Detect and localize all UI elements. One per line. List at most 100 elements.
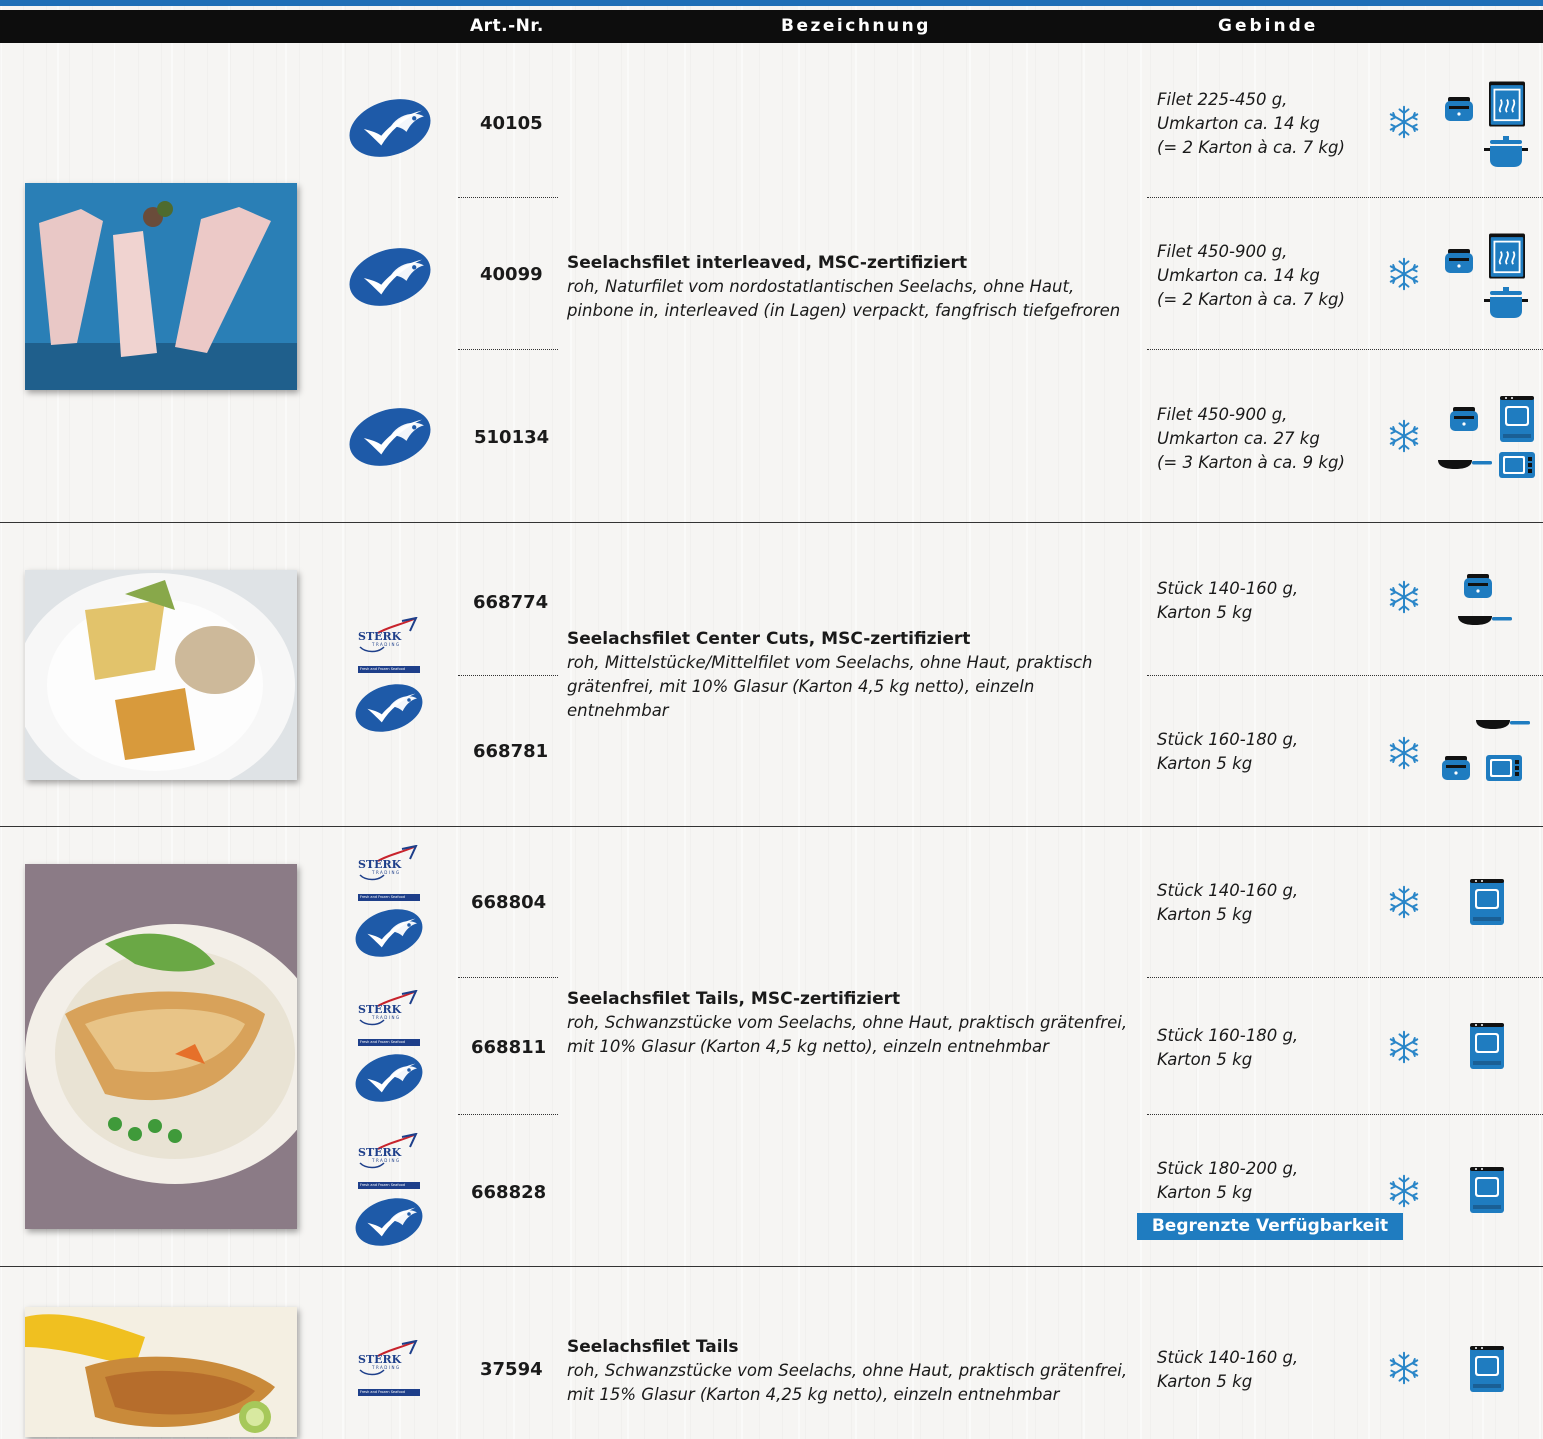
product-description: Seelachsfilet Center Cuts, MSC-zertifizi… — [567, 628, 1127, 723]
sterk-logo-tagline: Fresh and Frozen Seafood — [360, 895, 405, 899]
pot-icon — [1484, 136, 1528, 168]
row-divider — [458, 197, 558, 198]
fryer-icon — [1444, 248, 1474, 274]
product-details: roh, Schwanzstücke vom Seelachs, ohne Ha… — [567, 1013, 1128, 1056]
table-header: Art.-Nr. Bezeichnung Gebinde — [0, 10, 1543, 43]
group-separator — [0, 1266, 1543, 1267]
header-gebinde: Gebinde — [1218, 16, 1319, 36]
product-photo — [25, 864, 297, 1229]
product-description: Seelachsfilet interleaved, MSC-zertifizi… — [567, 252, 1137, 323]
sterk-logo: STERK TRADING Fresh and Frozen Seafood — [358, 617, 420, 673]
snowflake-icon — [1386, 884, 1422, 920]
microwave-icon — [1486, 755, 1522, 781]
fryer-icon — [1463, 573, 1493, 599]
snowflake-icon — [1386, 256, 1422, 292]
msc-logo-icon — [353, 1196, 425, 1248]
pot-icon — [1484, 287, 1528, 319]
steamer-icon — [1489, 232, 1525, 280]
sterk-logo: STERK TRADING Fresh and Frozen Seafood — [358, 1340, 420, 1396]
snowflake-icon — [1386, 1173, 1422, 1209]
snowflake-icon — [1386, 418, 1422, 454]
row-divider — [1147, 1114, 1543, 1115]
sterk-logo-tagline: Fresh and Frozen Seafood — [360, 1390, 405, 1394]
pan-icon — [1438, 456, 1494, 472]
oven-icon — [1470, 1167, 1504, 1213]
product-title: Seelachsfilet Tails, MSC-zertifiziert — [567, 989, 901, 1009]
gebinde-text: Stück 160-180 g, Karton 5 kg — [1157, 730, 1299, 773]
product-photo-image — [25, 183, 297, 390]
product-details: roh, Schwanzstücke vom Seelachs, ohne Ha… — [567, 1361, 1128, 1404]
snowflake-icon — [1386, 579, 1422, 615]
sterk-logo: STERK TRADING Fresh and Frozen Seafood — [358, 845, 420, 901]
snowflake-icon — [1386, 1029, 1422, 1065]
gebinde-text: Filet 225-450 g, Umkarton ca. 14 kg (= 2… — [1157, 90, 1345, 157]
fryer-icon — [1449, 406, 1479, 432]
top-accent-bar — [0, 0, 1543, 6]
limited-availability-badge: Begrenzte Verfügbarkeit — [1137, 1213, 1403, 1240]
gebinde-text: Stück 140-160 g, Karton 5 kg — [1157, 579, 1299, 622]
msc-logo-icon — [346, 97, 434, 159]
art-nr: 40105 — [480, 113, 543, 134]
row-divider — [458, 1114, 558, 1115]
art-nr: 510134 — [474, 427, 550, 448]
art-nr: 37594 — [480, 1359, 543, 1380]
gebinde-text: Filet 450-900 g, Umkarton ca. 27 kg (= 3… — [1157, 405, 1345, 472]
product-details: roh, Naturfilet vom nordostatlantischen … — [567, 277, 1121, 320]
sterk-logo-tagline: Fresh and Frozen Seafood — [360, 1040, 405, 1044]
product-photo — [25, 1307, 297, 1437]
oven-icon — [1470, 1346, 1504, 1392]
pan-icon — [1458, 612, 1514, 628]
sterk-logo-sub: TRADING — [372, 1365, 401, 1370]
row-divider — [458, 675, 558, 676]
gebinde-text: Filet 450-900 g, Umkarton ca. 14 kg (= 2… — [1157, 242, 1345, 309]
row-divider — [1147, 977, 1543, 978]
art-nr: 668781 — [473, 741, 549, 762]
group-separator — [0, 522, 1543, 523]
sterk-logo-tagline: Fresh and Frozen Seafood — [360, 667, 405, 671]
oven-icon — [1499, 396, 1535, 442]
product-details: roh, Mittelstücke/Mittelfilet vom Seelac… — [567, 653, 1093, 720]
snowflake-icon — [1386, 1350, 1422, 1386]
snowflake-icon — [1386, 104, 1422, 140]
sterk-logo-sub: TRADING — [372, 1015, 401, 1020]
row-divider — [458, 349, 558, 350]
product-description: Seelachsfilet Tails roh, Schwanzstücke v… — [567, 1336, 1147, 1407]
row-divider — [458, 977, 558, 978]
msc-logo-icon — [353, 907, 425, 959]
gebinde-text: Stück 140-160 g, Karton 5 kg — [1157, 881, 1299, 924]
row-divider — [1147, 197, 1543, 198]
art-nr: 668828 — [471, 1182, 547, 1203]
msc-logo-icon — [353, 1052, 425, 1104]
product-title: Seelachsfilet interleaved, MSC-zertifizi… — [567, 253, 968, 273]
header-bezeichnung: Bezeichnung — [781, 16, 931, 36]
fryer-icon — [1441, 755, 1471, 781]
pan-icon — [1476, 716, 1532, 732]
fryer-icon — [1444, 96, 1474, 122]
product-photo — [25, 570, 297, 780]
header-art-nr: Art.-Nr. — [470, 16, 544, 36]
art-nr: 668811 — [471, 1037, 547, 1058]
row-divider — [1147, 675, 1543, 676]
art-nr: 668774 — [473, 592, 549, 613]
product-description: Seelachsfilet Tails, MSC-zertifiziert ro… — [567, 988, 1147, 1059]
gebinde-text: Stück 140-160 g, Karton 5 kg — [1157, 1348, 1299, 1391]
msc-logo-icon — [346, 406, 434, 468]
oven-icon — [1470, 1023, 1504, 1069]
snowflake-icon — [1386, 735, 1422, 771]
sterk-logo-sub: TRADING — [372, 642, 401, 647]
gebinde-text: Stück 180-200 g, Karton 5 kg — [1157, 1159, 1299, 1202]
steamer-icon — [1489, 80, 1525, 128]
sterk-logo-tagline: Fresh and Frozen Seafood — [360, 1183, 405, 1187]
product-title: Seelachsfilet Center Cuts, MSC-zertifizi… — [567, 629, 971, 649]
art-nr: 668804 — [471, 892, 547, 913]
product-photo-image — [25, 1307, 297, 1437]
product-title: Seelachsfilet Tails — [567, 1337, 739, 1357]
product-photo — [25, 183, 297, 390]
group-separator — [0, 826, 1543, 827]
oven-icon — [1470, 879, 1504, 925]
microwave-icon — [1499, 452, 1535, 478]
row-divider — [1147, 349, 1543, 350]
sterk-logo-sub: TRADING — [372, 1158, 401, 1163]
sterk-logo: STERK TRADING Fresh and Frozen Seafood — [358, 990, 420, 1046]
product-photo-image — [25, 864, 297, 1229]
